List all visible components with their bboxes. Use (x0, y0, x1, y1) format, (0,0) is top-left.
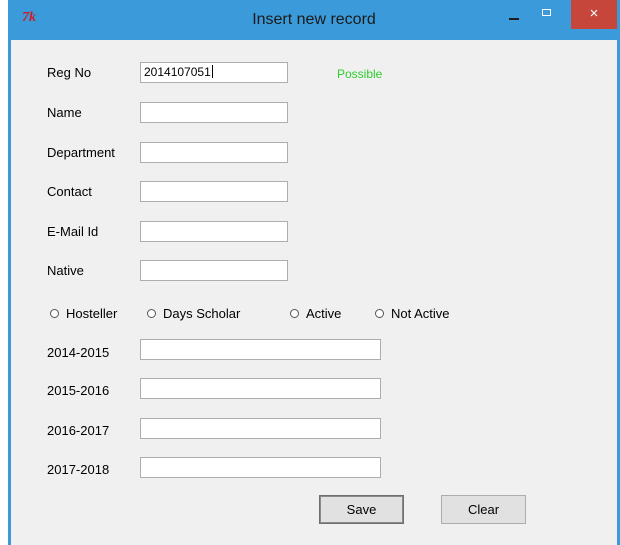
year-2015-2016-label: 2015-2016 (47, 383, 110, 398)
reg-status-label: Possible (337, 67, 383, 81)
title-bar[interactable]: 7k Insert new record × (8, 0, 620, 40)
contact-input[interactable] (140, 181, 288, 202)
name-input[interactable] (140, 102, 288, 123)
year-2015-2016-input[interactable] (140, 378, 381, 399)
radio-button-icon (290, 309, 299, 318)
reg-no-value: 2014107051 (144, 65, 211, 79)
native-label: Native (47, 263, 84, 278)
text-cursor (211, 65, 213, 78)
year-2014-2015-label: 2014-2015 (47, 345, 110, 360)
form-area: Reg No 2014107051 Possible Name Departme… (11, 40, 617, 545)
reg-no-input[interactable]: 2014107051 (140, 62, 288, 83)
clear-button[interactable]: Clear (441, 495, 526, 524)
year-2014-2015-input[interactable] (140, 339, 381, 360)
hosteller-radio-label: Hosteller (66, 306, 118, 321)
app-window: 7k Insert new record × Reg No 2014107051… (8, 0, 620, 545)
minimize-icon[interactable] (501, 0, 527, 28)
active-radio-label: Active (306, 306, 342, 321)
department-label: Department (47, 145, 115, 160)
close-icon[interactable]: × (571, 0, 617, 29)
year-2016-2017-label: 2016-2017 (47, 423, 110, 438)
not-active-radio-label: Not Active (391, 306, 450, 321)
year-2017-2018-label: 2017-2018 (47, 462, 110, 477)
radio-button-icon (375, 309, 384, 318)
email-label: E-Mail Id (47, 224, 99, 239)
maximize-icon[interactable] (534, 0, 560, 28)
days-scholar-radio-label: Days Scholar (163, 306, 241, 321)
contact-label: Contact (47, 184, 92, 199)
radio-button-icon (147, 309, 156, 318)
name-label: Name (47, 105, 82, 120)
year-2016-2017-input[interactable] (140, 418, 381, 439)
year-2017-2018-input[interactable] (140, 457, 381, 478)
window-title: Insert new record (252, 11, 376, 28)
native-input[interactable] (140, 260, 288, 281)
radio-button-icon (50, 309, 59, 318)
email-input[interactable] (140, 221, 288, 242)
department-input[interactable] (140, 142, 288, 163)
reg-no-label: Reg No (47, 65, 92, 80)
save-button[interactable]: Save (319, 495, 404, 524)
